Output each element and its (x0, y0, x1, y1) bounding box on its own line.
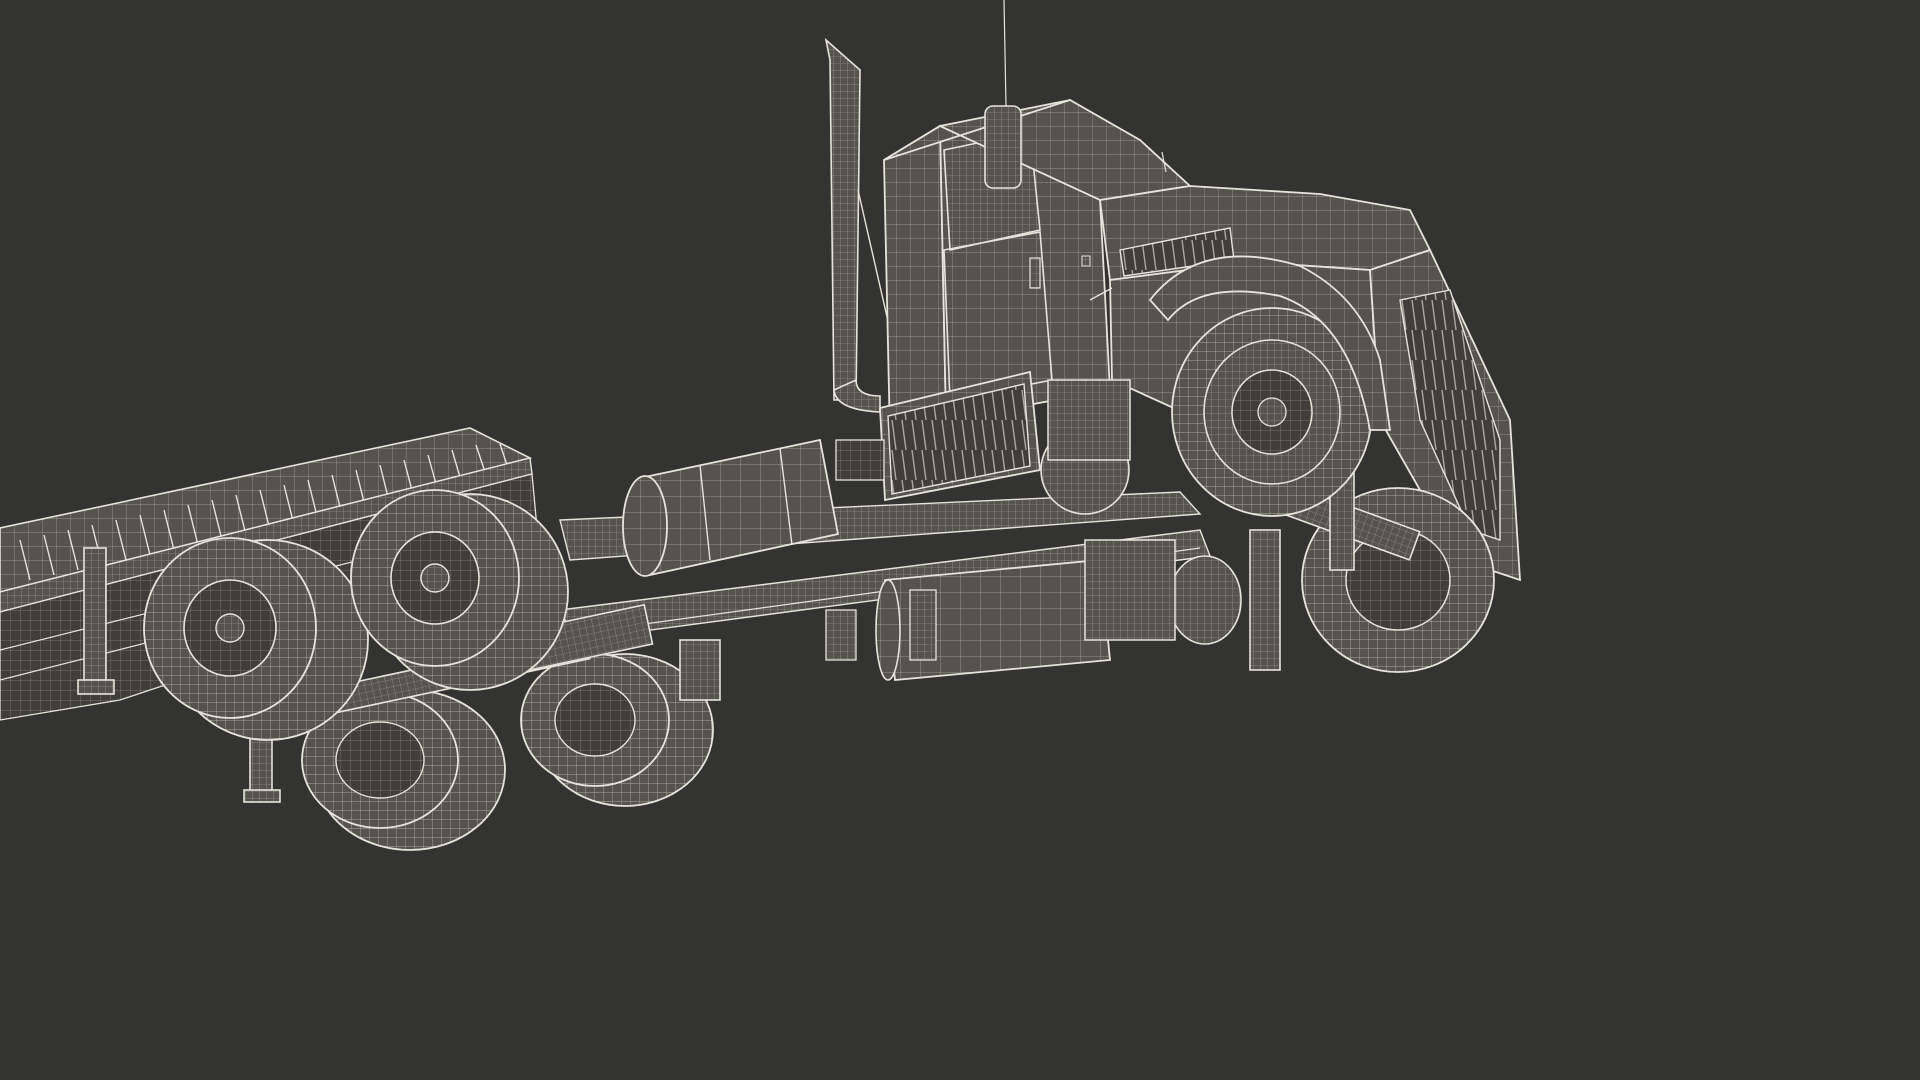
cab-rear (883, 124, 947, 440)
wireframe-render (0, 0, 1568, 882)
air-intake (1040, 379, 1131, 515)
door-handle (1029, 257, 1041, 289)
side-mirror (984, 105, 1022, 189)
render-viewport (0, 0, 1568, 882)
